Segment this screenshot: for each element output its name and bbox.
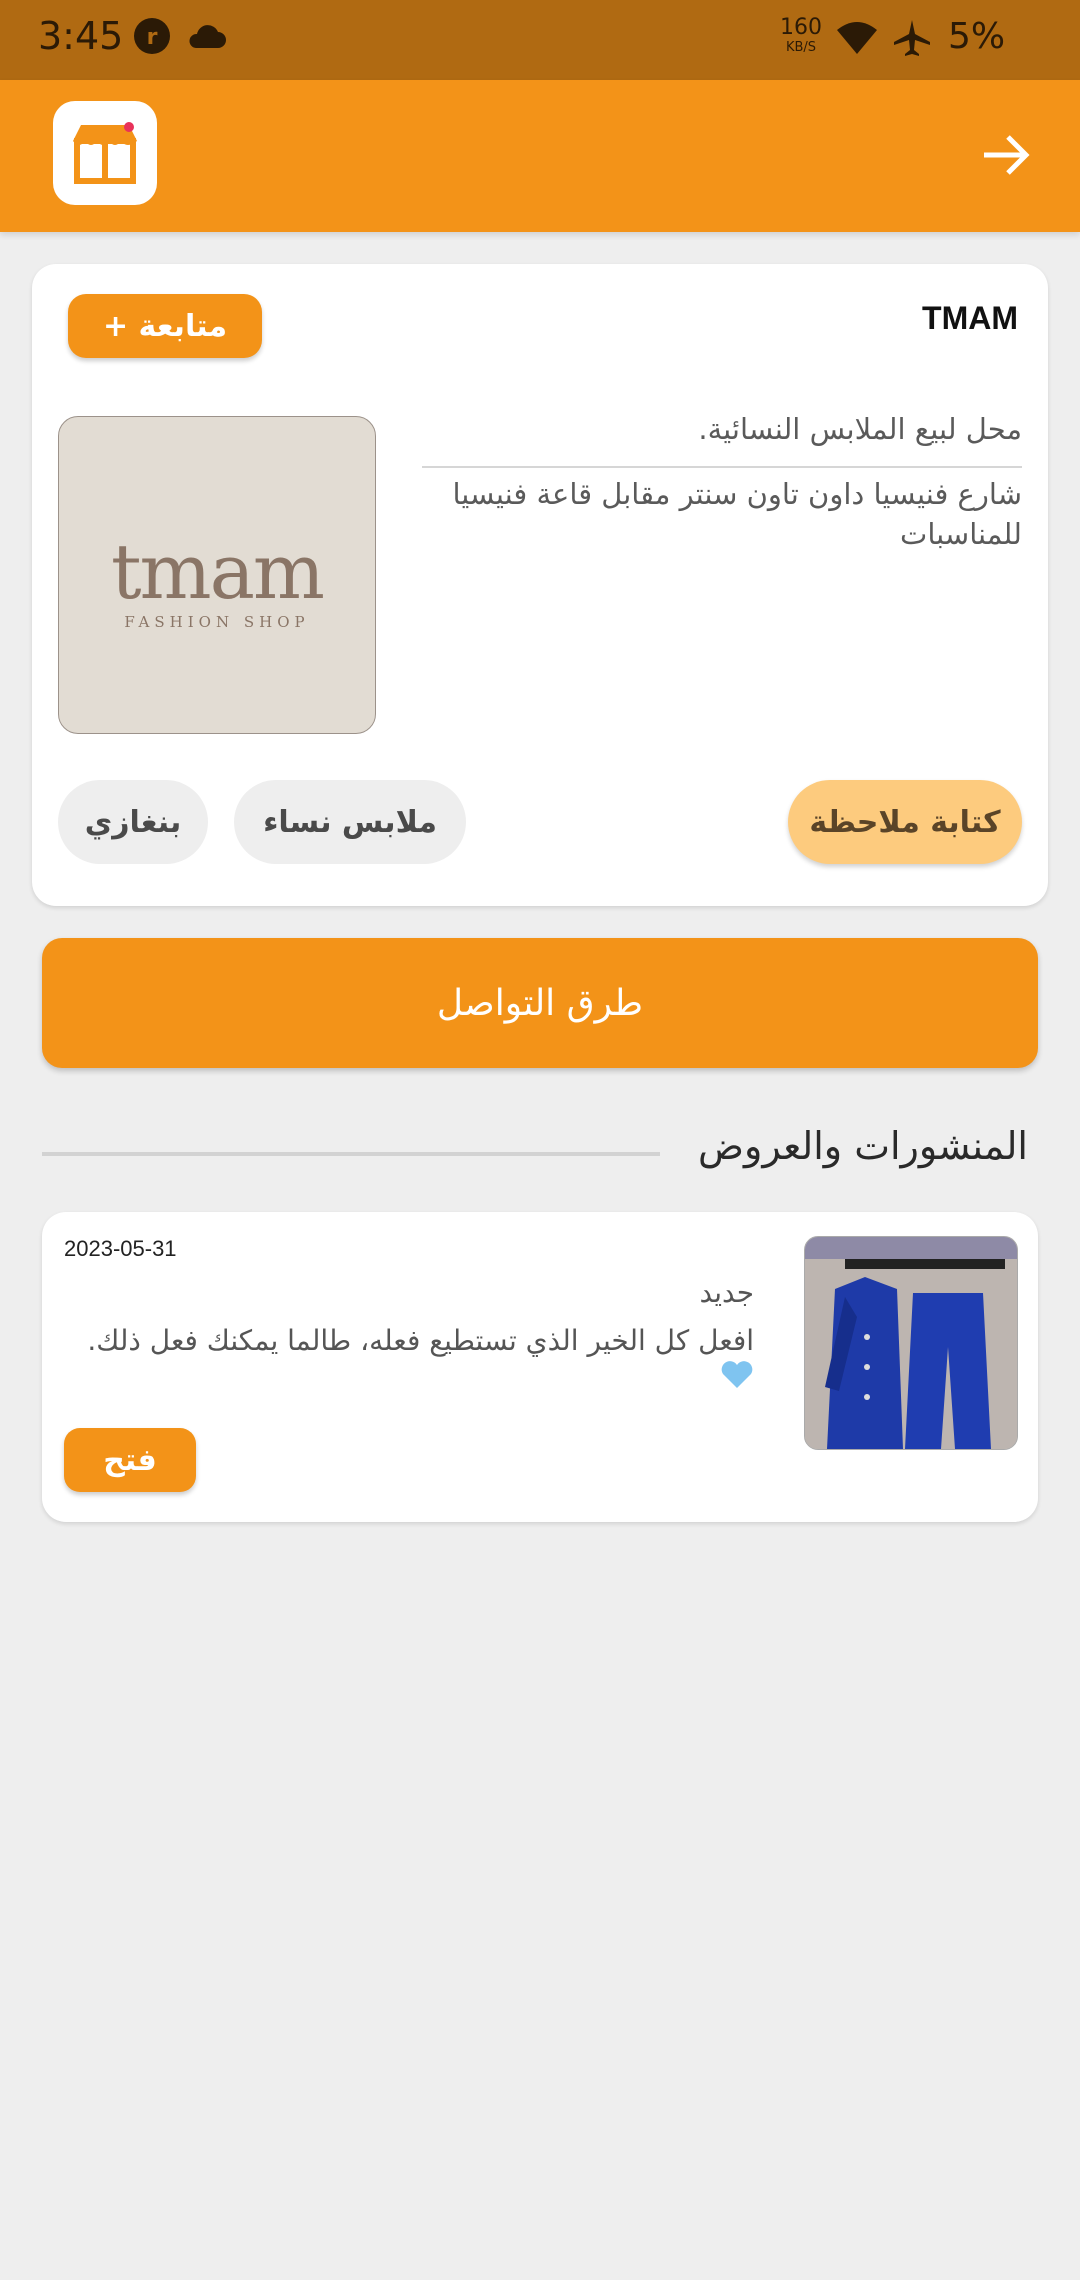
status-time: 3:45 — [38, 14, 124, 58]
post-text: افعل كل الخير الذي تستطيع فعله، طالما يم… — [54, 1322, 754, 1400]
status-bar: 3:45 r 160 KB/S 5% — [0, 0, 1080, 80]
shop-address: شارع فنيسيا داون تاون سنتر مقابل قاعة فن… — [452, 477, 1022, 551]
app-bar — [0, 80, 1080, 232]
post-body: افعل كل الخير الذي تستطيع فعله، طالما يم… — [87, 1324, 754, 1357]
post-tag: جديد — [699, 1276, 755, 1309]
shop-name: TMAM — [922, 300, 1018, 336]
shop-info-card: TMAM + متابعة tmam FASHION SHOP محل لبيع… — [32, 264, 1048, 906]
category-chip[interactable]: ملابس نساء — [234, 780, 466, 864]
battery-level: 5% — [948, 16, 1006, 57]
divider — [422, 466, 1022, 468]
cloud-icon — [186, 22, 226, 54]
arrow-right-icon — [984, 135, 1030, 175]
store-icon — [73, 122, 137, 184]
network-speed: 160 KB/S — [780, 15, 822, 56]
airplane-mode-icon — [892, 18, 932, 62]
city-chip[interactable]: بنغازي — [58, 780, 208, 864]
write-note-button[interactable]: كتابة ملاحظة — [788, 780, 1022, 864]
shop-logo-subtitle: FASHION SHOP — [124, 613, 310, 631]
section-title: المنشورات والعروض — [698, 1124, 1028, 1168]
svg-text:r: r — [147, 25, 158, 50]
follow-button[interactable]: + متابعة — [68, 294, 262, 358]
shop-logo-image: tmam FASHION SHOP — [58, 416, 376, 734]
open-post-button[interactable]: فتح — [64, 1428, 196, 1492]
blue-heart-icon — [720, 1360, 754, 1400]
post-card[interactable]: 2023-05-31 جديد افعل كل الخير الذي تستطي… — [42, 1212, 1038, 1522]
app-notification-icon: r — [132, 16, 172, 60]
shop-description: محل لبيع الملابس النسائية. — [698, 412, 1022, 446]
post-image[interactable] — [804, 1236, 1018, 1450]
contact-methods-button[interactable]: طرق التواصل — [42, 938, 1038, 1068]
post-photo — [805, 1237, 1017, 1449]
section-divider — [42, 1152, 660, 1156]
back-button[interactable] — [978, 127, 1034, 183]
post-date: 2023-05-31 — [64, 1236, 177, 1261]
app-logo[interactable] — [53, 101, 157, 205]
wifi-icon — [836, 20, 878, 60]
shop-logo-wordmark: tmam — [111, 527, 325, 616]
